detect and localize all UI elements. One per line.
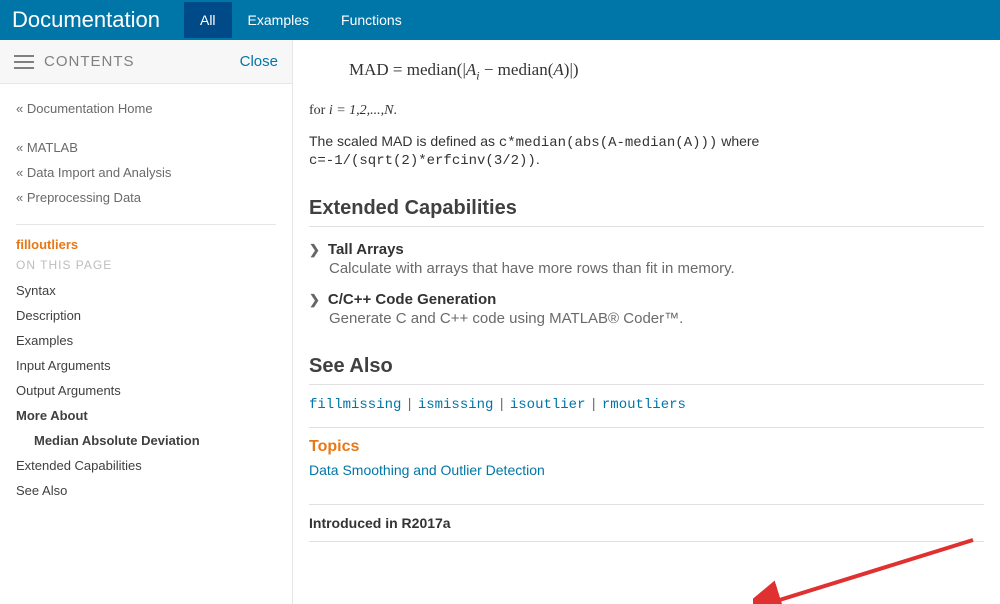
- tall-arrays-toggle[interactable]: ❯ Tall Arrays: [309, 241, 984, 258]
- codegen-desc: Generate C and C++ code using MATLAB® Co…: [329, 310, 984, 327]
- capability-codegen: ❯ C/C++ Code Generation Generate C and C…: [309, 291, 984, 327]
- nav-examples[interactable]: Examples: [16, 328, 276, 353]
- for-line: for i = 1,2,...,N.: [309, 103, 984, 119]
- link-ismissing[interactable]: ismissing: [418, 397, 494, 413]
- breadcrumb-home[interactable]: Documentation Home: [16, 96, 276, 121]
- main-content: MAD = median(|Ai − median(A)|) for i = 1…: [293, 40, 1000, 604]
- nav-description[interactable]: Description: [16, 303, 276, 328]
- link-isoutlier[interactable]: isoutlier: [510, 397, 586, 413]
- top-navigation-bar: Documentation All Examples Functions: [0, 0, 1000, 40]
- codegen-toggle[interactable]: ❯ C/C++ Code Generation: [309, 291, 984, 308]
- breadcrumb-preprocessing[interactable]: Preprocessing Data: [16, 185, 276, 210]
- doc-title: Documentation: [12, 7, 160, 33]
- link-rmoutliers[interactable]: rmoutliers: [602, 397, 686, 413]
- topic-data-smoothing[interactable]: Data Smoothing and Outlier Detection: [309, 462, 984, 478]
- nav-see-also[interactable]: See Also: [16, 478, 276, 503]
- nav-output-arguments[interactable]: Output Arguments: [16, 378, 276, 403]
- on-this-page-label: ON THIS PAGE: [16, 254, 276, 278]
- scaled-mad-description: The scaled MAD is defined as c*median(ab…: [309, 133, 984, 169]
- nav-extended-capabilities[interactable]: Extended Capabilities: [16, 453, 276, 478]
- nav-syntax[interactable]: Syntax: [16, 278, 276, 303]
- extended-capabilities-heading: Extended Capabilities: [309, 197, 984, 227]
- see-also-links: fillmissing|ismissing|isoutlier|rmoutlie…: [309, 387, 984, 428]
- chevron-right-icon: ❯: [309, 242, 320, 258]
- see-also-heading: See Also: [309, 355, 984, 385]
- breadcrumb-data-import[interactable]: Data Import and Analysis: [16, 160, 276, 185]
- capability-tall-arrays: ❯ Tall Arrays Calculate with arrays that…: [309, 241, 984, 277]
- sidebar: CONTENTS Close Documentation Home MATLAB…: [0, 40, 293, 604]
- codegen-title: C/C++ Code Generation: [328, 291, 496, 308]
- nav-more-about[interactable]: More About: [16, 403, 276, 428]
- chevron-right-icon: ❯: [309, 292, 320, 308]
- link-fillmissing[interactable]: fillmissing: [309, 397, 401, 413]
- hamburger-icon[interactable]: [14, 55, 34, 69]
- sidebar-title: CONTENTS: [44, 53, 135, 70]
- tall-arrays-desc: Calculate with arrays that have more row…: [329, 260, 984, 277]
- tall-arrays-title: Tall Arrays: [328, 241, 404, 258]
- breadcrumb-matlab[interactable]: MATLAB: [16, 135, 276, 160]
- tab-examples[interactable]: Examples: [232, 2, 325, 38]
- topics-heading: Topics: [309, 438, 984, 456]
- current-function-label: filloutliers: [16, 235, 276, 254]
- sidebar-close-button[interactable]: Close: [240, 53, 278, 70]
- nav-median-absolute-deviation[interactable]: Median Absolute Deviation: [16, 428, 276, 453]
- introduced-in-label: Introduced in R2017a: [309, 504, 984, 542]
- mad-equation: MAD = median(|Ai − median(A)|): [349, 60, 984, 83]
- tab-all[interactable]: All: [184, 2, 232, 38]
- sidebar-header: CONTENTS Close: [0, 40, 292, 84]
- nav-input-arguments[interactable]: Input Arguments: [16, 353, 276, 378]
- tab-functions[interactable]: Functions: [325, 2, 418, 38]
